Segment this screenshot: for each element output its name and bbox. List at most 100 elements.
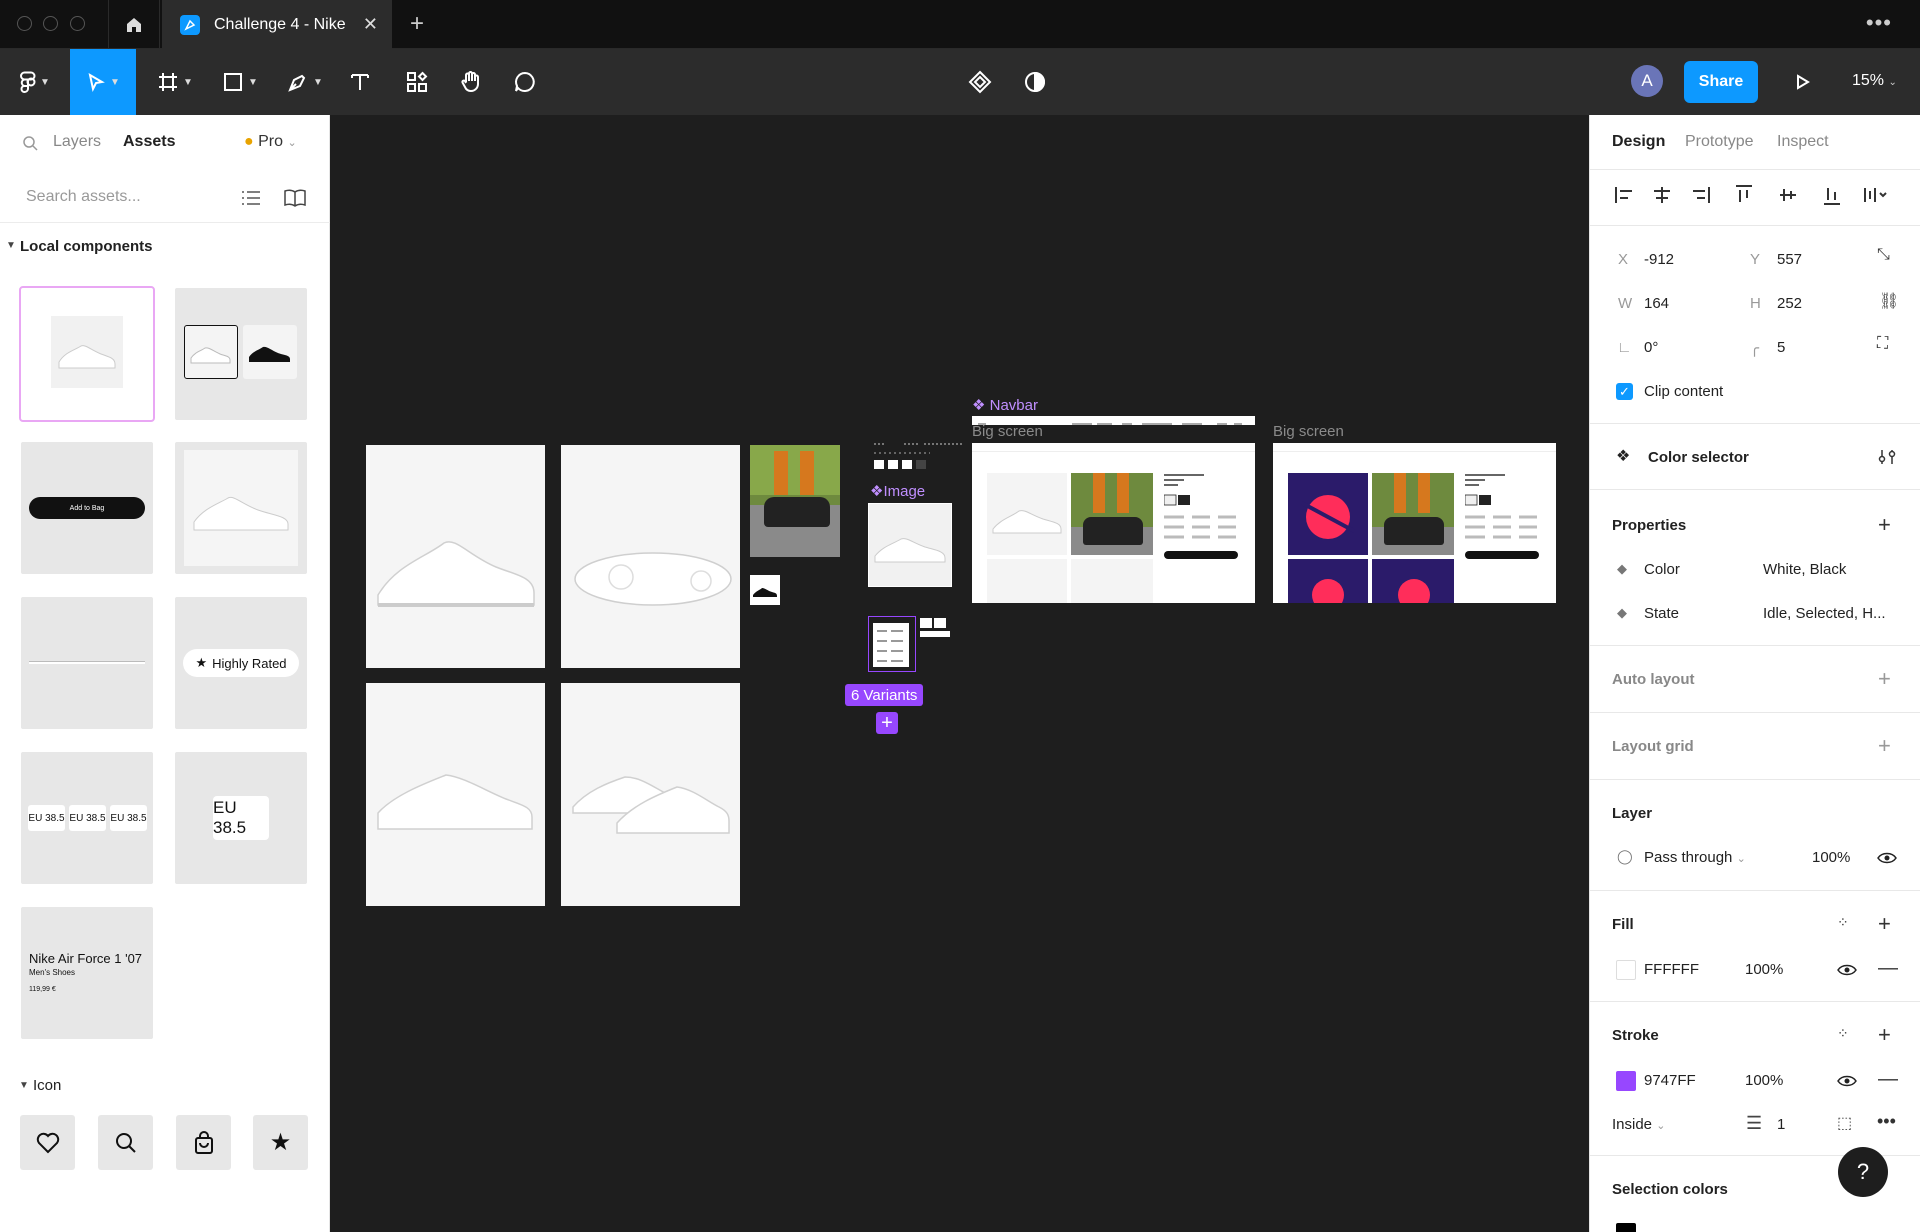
height-field[interactable]: 252	[1777, 295, 1802, 312]
component-toolbar-button[interactable]	[962, 49, 998, 115]
lifestyle-photo[interactable]	[750, 445, 840, 557]
plan-badge[interactable]: ● Pro ⌄	[244, 133, 297, 151]
x-field[interactable]: -912	[1644, 251, 1674, 268]
product-photo-frame[interactable]	[561, 683, 740, 906]
stroke-hex-field[interactable]: 9747FF	[1644, 1072, 1696, 1089]
library-book-icon[interactable]	[283, 188, 307, 208]
more-stroke-options-icon[interactable]: •••	[1877, 1111, 1896, 1132]
variant-previews[interactable]	[910, 613, 960, 643]
remove-stroke-button[interactable]: —	[1878, 1068, 1898, 1091]
big-screen-frame[interactable]	[1273, 443, 1556, 603]
fill-hex-field[interactable]: FFFFFF	[1644, 961, 1699, 978]
tab-inspect[interactable]: Inspect	[1777, 133, 1829, 151]
component-add-to-bag[interactable]: Add to Bag	[21, 442, 153, 574]
fill-opacity-field[interactable]: 100%	[1745, 961, 1783, 978]
add-fill-button[interactable]: +	[1878, 913, 1891, 935]
component-navbar[interactable]	[21, 597, 153, 729]
hand-tool[interactable]	[454, 49, 488, 115]
constrain-proportions-icon[interactable]: ⛓	[1879, 291, 1899, 311]
component-product-info[interactable]: Nike Air Force 1 '07 Men's Shoes 119,99 …	[21, 907, 153, 1039]
pen-tool[interactable]: ▼	[280, 49, 330, 115]
more-options-icon[interactable]: •••	[1866, 10, 1892, 36]
chevron-down-icon[interactable]: ▼	[19, 1080, 29, 1091]
component-shoe-image[interactable]	[19, 286, 155, 422]
product-photo-frame[interactable]	[366, 683, 545, 906]
window-close-control[interactable]	[17, 16, 32, 31]
search-icon-tile[interactable]	[98, 1115, 153, 1170]
close-icon[interactable]: ✕	[363, 14, 378, 35]
contrast-toggle[interactable]	[1017, 49, 1053, 115]
variants-badge[interactable]: 6 Variants	[845, 684, 924, 706]
component-size-button[interactable]: EU 38.5	[175, 752, 307, 884]
add-variant-button[interactable]: +	[876, 712, 898, 734]
big-screen-frame[interactable]	[972, 443, 1255, 603]
mini-shoe-thumb[interactable]	[750, 575, 780, 605]
heart-icon-tile[interactable]	[20, 1115, 75, 1170]
avatar[interactable]: A	[1631, 65, 1663, 97]
stroke-color-swatch[interactable]	[1616, 1071, 1636, 1091]
tab-design[interactable]: Design	[1612, 133, 1665, 151]
bag-icon-tile[interactable]	[176, 1115, 231, 1170]
remove-fill-button[interactable]: —	[1878, 957, 1898, 980]
variant-settings-icon[interactable]	[1878, 448, 1896, 466]
stroke-position-select[interactable]: Inside ⌄	[1612, 1116, 1665, 1133]
add-auto-layout-button[interactable]: +	[1878, 668, 1891, 690]
property-name[interactable]: State	[1644, 605, 1679, 622]
independent-corners-icon[interactable]: ⛶	[1877, 335, 1888, 353]
star-icon-tile[interactable]: ★	[253, 1115, 308, 1170]
list-view-icon[interactable]	[241, 189, 261, 207]
stroke-weight-field[interactable]: 1	[1777, 1116, 1785, 1133]
tab-prototype[interactable]: Prototype	[1685, 133, 1753, 151]
present-button[interactable]	[1786, 49, 1818, 115]
component-shoe-large[interactable]	[175, 442, 307, 574]
resources-tool[interactable]	[400, 49, 434, 115]
text-tool[interactable]	[346, 49, 374, 115]
file-tab[interactable]: Challenge 4 - Nike ✕	[162, 0, 392, 49]
size-options-mini[interactable]	[874, 451, 930, 471]
frame-tool[interactable]: ▼	[150, 49, 200, 115]
comment-tool[interactable]	[508, 49, 542, 115]
window-minimize-control[interactable]	[43, 16, 58, 31]
help-button[interactable]: ?	[1838, 1147, 1888, 1197]
component-highly-rated[interactable]: ★ Highly Rated	[175, 597, 307, 729]
product-photo-frame[interactable]	[561, 445, 740, 668]
new-tab-button[interactable]: +	[410, 10, 424, 38]
chevron-down-icon[interactable]: ▼	[6, 240, 16, 251]
move-tool[interactable]: ▼	[70, 49, 136, 115]
fill-color-swatch[interactable]	[1616, 960, 1636, 980]
zoom-level[interactable]: 15% ⌄	[1852, 72, 1897, 90]
blend-mode-select[interactable]: Pass through ⌄	[1644, 849, 1746, 866]
layer-opacity-field[interactable]: 100%	[1812, 849, 1850, 866]
add-stroke-button[interactable]: +	[1878, 1024, 1891, 1046]
navbar-mini[interactable]	[874, 435, 964, 445]
home-button[interactable]	[108, 0, 160, 49]
window-zoom-control[interactable]	[70, 16, 85, 31]
stroke-opacity-field[interactable]: 100%	[1745, 1072, 1783, 1089]
eye-icon[interactable]	[1877, 851, 1897, 865]
tab-layers[interactable]: Layers	[53, 133, 101, 151]
y-field[interactable]: 557	[1777, 251, 1802, 268]
product-photo-frame[interactable]	[366, 445, 545, 668]
style-grid-icon[interactable]: ⁘	[1837, 1025, 1849, 1042]
selection-color-swatch[interactable]	[1616, 1223, 1636, 1232]
canvas[interactable]: ❖Image 6 Variants + ❖ Navbar Big screen …	[330, 115, 1589, 1232]
image-component-label[interactable]: ❖Image	[870, 482, 925, 500]
search-input[interactable]: Search assets...	[26, 188, 141, 206]
selected-component-set[interactable]	[868, 616, 916, 672]
property-value[interactable]: White, Black	[1763, 561, 1846, 578]
tab-assets[interactable]: Assets	[123, 133, 175, 151]
individual-strokes-icon[interactable]: ⬚	[1837, 1113, 1852, 1133]
image-component[interactable]	[868, 503, 952, 587]
shape-tool[interactable]: ▼	[215, 49, 265, 115]
property-value[interactable]: Idle, Selected, H...	[1763, 605, 1886, 622]
clip-content-checkbox[interactable]: ✓	[1616, 383, 1633, 400]
eye-icon[interactable]	[1837, 963, 1857, 977]
rotation-field[interactable]: 0°	[1644, 339, 1658, 356]
component-color-selector[interactable]	[175, 288, 307, 420]
add-layout-grid-button[interactable]: +	[1878, 735, 1891, 757]
property-name[interactable]: Color	[1644, 561, 1680, 578]
search-icon[interactable]	[22, 135, 38, 151]
style-grid-icon[interactable]: ⁘	[1837, 914, 1849, 931]
corner-radius-field[interactable]: 5	[1777, 339, 1785, 356]
alignment-toolbar[interactable]	[1612, 181, 1902, 209]
